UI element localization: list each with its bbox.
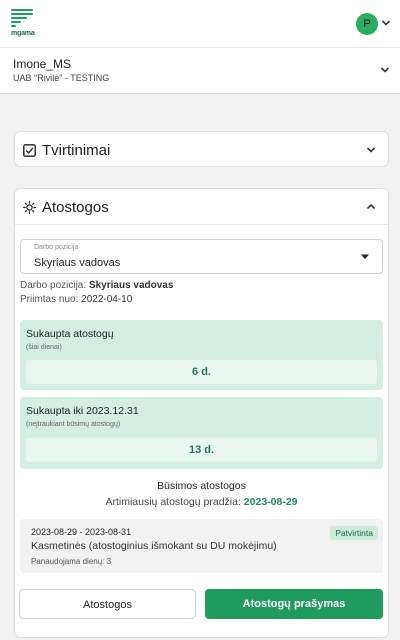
position-select-label: Darbo pozicija bbox=[34, 244, 79, 251]
accrued-until-subtitle: (neįtraukiant būsimų atostogų) bbox=[26, 421, 121, 428]
accrued-title: Sukaupta atostogų bbox=[26, 328, 114, 340]
chevron-up-icon[interactable] bbox=[366, 202, 376, 212]
logo-bar bbox=[11, 13, 33, 15]
company-name: Imone_MS bbox=[13, 57, 72, 71]
vacation-dates: 2023-08-29 - 2023-08-31 bbox=[31, 527, 132, 537]
logo-bar bbox=[11, 17, 27, 19]
accrued-until-title: Sukaupta iki 2023.12.31 bbox=[26, 405, 139, 417]
company-selector[interactable]: Imone_MS UAB "Rivilė" - TESTING bbox=[0, 48, 400, 94]
logo-text: mgama bbox=[11, 30, 35, 37]
vacations-card-header[interactable]: Atostogos bbox=[15, 189, 388, 225]
vacation-list-item[interactable]: 2023-08-29 - 2023-08-31 Kasmetinės (atos… bbox=[20, 519, 383, 573]
position-info: Darbo pozicija: Skyriaus vadovas bbox=[20, 280, 173, 291]
status-badge: Patvirtinta bbox=[330, 526, 378, 540]
checkbox-checked-icon bbox=[23, 144, 36, 157]
nearest-vacation-start: Artimiausių atostogų pradžia: 2023-08-29 bbox=[15, 496, 388, 508]
future-vacations-title: Būsimos atostogos bbox=[157, 480, 246, 492]
mgama-logo[interactable]: mgama bbox=[11, 9, 39, 39]
accrued-box: Sukaupta atostogų (šiai dienai) 6 d. bbox=[20, 320, 383, 390]
dropdown-arrow-icon[interactable] bbox=[360, 253, 370, 261]
company-subtitle: UAB "Rivilė" - TESTING bbox=[13, 73, 110, 83]
top-bar: mgama P bbox=[0, 0, 400, 48]
position-info-label: Darbo pozicija: bbox=[20, 280, 87, 291]
chevron-down-icon[interactable] bbox=[366, 145, 376, 155]
user-avatar[interactable]: P bbox=[356, 13, 378, 35]
chevron-down-icon[interactable] bbox=[381, 18, 391, 28]
approvals-card: Tvirtinimai bbox=[14, 131, 389, 167]
vacation-type: Kasmetinės (atostoginius išmokant su DU … bbox=[31, 540, 277, 552]
logo-bar bbox=[11, 25, 16, 27]
position-info-value: Skyriaus vadovas bbox=[88, 280, 174, 291]
hired-info: Priimtas nuo: 2022-04-10 bbox=[20, 294, 132, 305]
approvals-title: Tvirtinimai bbox=[42, 142, 111, 159]
vacation-days: Panaudojama dienų: 3 bbox=[31, 557, 112, 566]
logo-bar bbox=[11, 21, 21, 23]
vacations-title: Atostogos bbox=[42, 199, 109, 216]
approvals-card-header[interactable]: Tvirtinimai bbox=[15, 132, 388, 168]
vacations-button[interactable]: Atostogos bbox=[19, 589, 196, 619]
accrued-until-value: 13 d. bbox=[26, 438, 377, 462]
logo-bar bbox=[11, 9, 33, 11]
hired-info-value: 2022-04-10 bbox=[81, 294, 133, 305]
sun-icon bbox=[23, 201, 36, 214]
position-select-value: Skyriaus vadovas bbox=[34, 257, 121, 269]
position-select[interactable]: Darbo pozicija Skyriaus vadovas bbox=[20, 239, 383, 274]
nearest-vacation-date: 2023-08-29 bbox=[243, 496, 298, 508]
accrued-until-box: Sukaupta iki 2023.12.31 (neįtraukiant bū… bbox=[20, 397, 383, 469]
vacations-card: Atostogos Darbo pozicija Skyriaus vadova… bbox=[14, 188, 389, 638]
nearest-vacation-label: Artimiausių atostogų pradžia: bbox=[105, 496, 241, 508]
hired-info-label: Priimtas nuo: bbox=[20, 294, 79, 305]
vacation-request-button[interactable]: Atostogų prašymas bbox=[205, 589, 383, 619]
chevron-down-icon[interactable] bbox=[380, 65, 390, 75]
accrued-value: 6 d. bbox=[26, 360, 377, 384]
accrued-subtitle: (šiai dienai) bbox=[26, 344, 62, 351]
